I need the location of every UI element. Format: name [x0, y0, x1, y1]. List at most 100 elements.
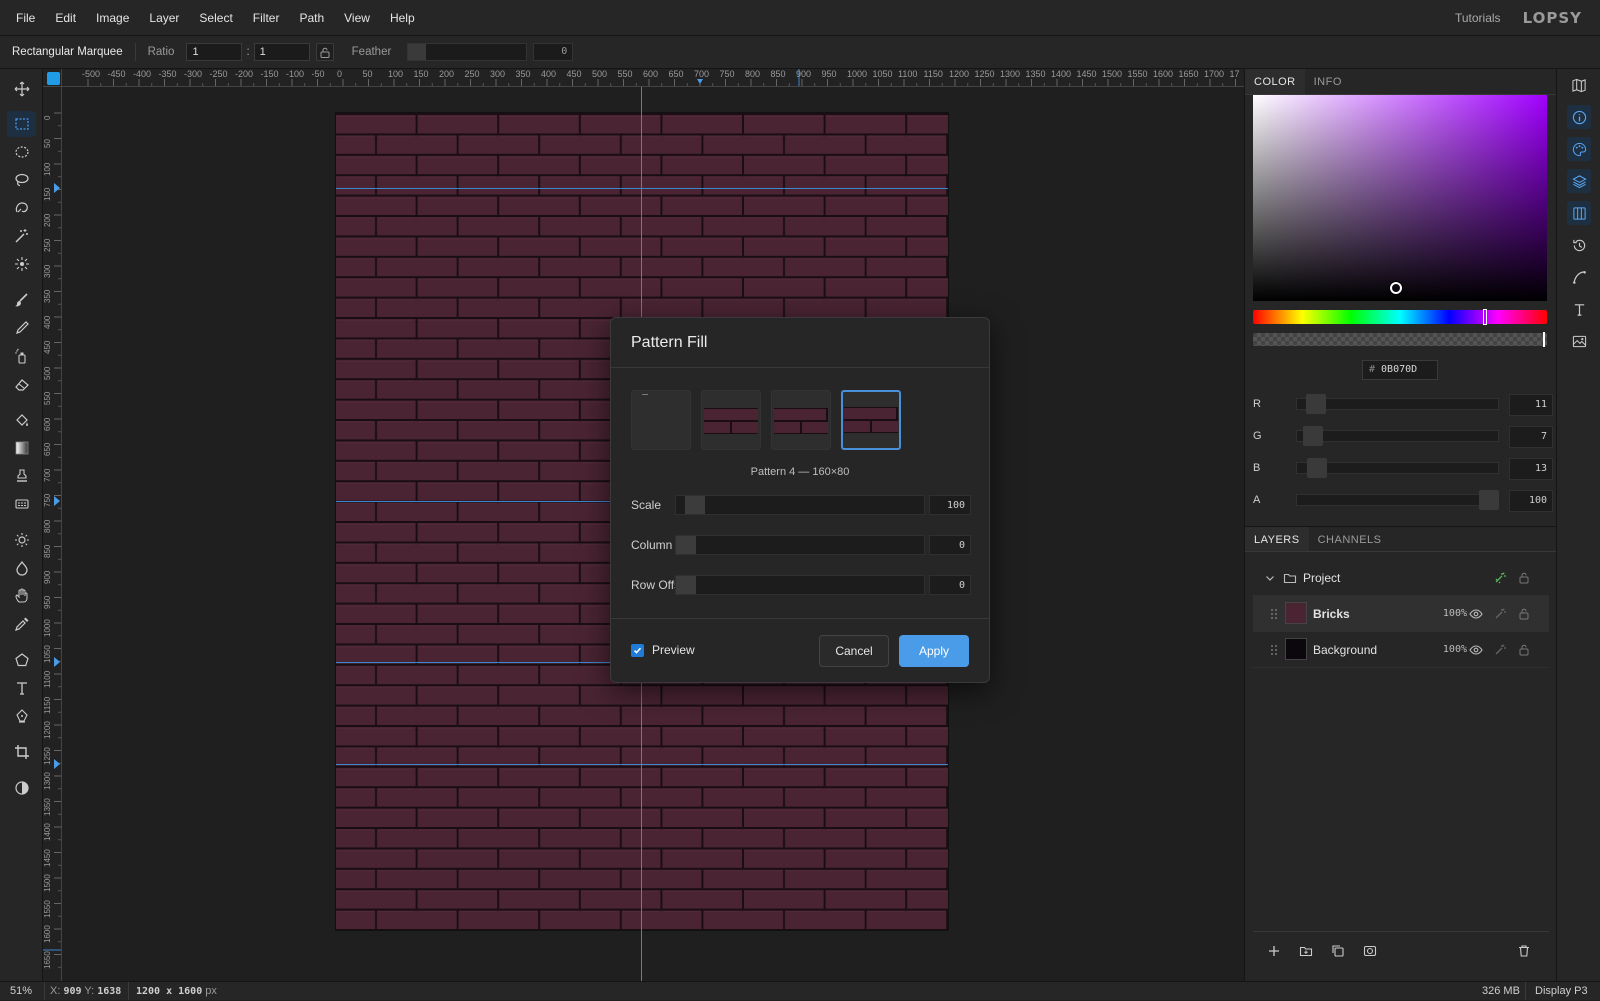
- red-value-input[interactable]: 11: [1509, 394, 1553, 416]
- pattern-thumbnail-1[interactable]: [631, 390, 691, 450]
- hex-input[interactable]: #0B070D: [1362, 360, 1438, 380]
- scale-value-input[interactable]: 100: [929, 495, 971, 515]
- magnetic-lasso-tool[interactable]: [7, 195, 36, 221]
- burn-tool[interactable]: [7, 555, 36, 581]
- channels-panel-button[interactable]: [1567, 201, 1591, 225]
- pattern-thumbnail-2[interactable]: [701, 390, 761, 450]
- layer-name[interactable]: Bricks: [1313, 607, 1350, 621]
- layer-row-background[interactable]: Background 100%: [1253, 632, 1549, 668]
- dodge-tool[interactable]: [7, 527, 36, 553]
- row-offset-value-input[interactable]: 0: [929, 575, 971, 595]
- lock-icon[interactable]: [1517, 643, 1531, 657]
- pattern-thumbnail-4[interactable]: [841, 390, 901, 450]
- column-offset-value-input[interactable]: 0: [929, 535, 971, 555]
- menu-path[interactable]: Path: [289, 11, 334, 25]
- tab-color[interactable]: COLOR: [1245, 69, 1305, 94]
- saturation-value-picker[interactable]: [1253, 95, 1547, 301]
- alpha-channel-slider-knob[interactable]: [1479, 490, 1499, 510]
- palette-panel-button[interactable]: [1567, 137, 1591, 161]
- hue-slider-knob[interactable]: [1483, 309, 1487, 325]
- effects-icon[interactable]: [1493, 607, 1507, 621]
- gradient-tool[interactable]: [7, 435, 36, 461]
- menu-file[interactable]: File: [0, 11, 45, 25]
- green-value-input[interactable]: 7: [1509, 426, 1553, 448]
- magic-wand-tool[interactable]: [7, 223, 36, 249]
- lock-icon[interactable]: [1517, 607, 1531, 621]
- text-tool[interactable]: [7, 675, 36, 701]
- trash-icon[interactable]: [1517, 944, 1531, 958]
- duplicate-layer-icon[interactable]: [1331, 944, 1345, 958]
- blue-slider[interactable]: [1296, 458, 1499, 478]
- eyedropper-tool[interactable]: [7, 611, 36, 637]
- menu-layer[interactable]: Layer: [139, 11, 189, 25]
- tutorials-link[interactable]: Tutorials: [1455, 11, 1501, 25]
- layer-mask-icon[interactable]: [1363, 944, 1377, 958]
- layer-name[interactable]: Background: [1313, 643, 1377, 657]
- curve-panel-button[interactable]: [1567, 265, 1591, 289]
- layer-group-row[interactable]: Project: [1253, 560, 1549, 596]
- menu-edit[interactable]: Edit: [45, 11, 86, 25]
- menu-image[interactable]: Image: [86, 11, 139, 25]
- shape-tool[interactable]: [7, 647, 36, 673]
- paint-bucket-tool[interactable]: [7, 407, 36, 433]
- new-group-icon[interactable]: [1299, 944, 1313, 958]
- tab-layers[interactable]: LAYERS: [1245, 527, 1309, 551]
- tab-channels[interactable]: CHANNELS: [1309, 527, 1391, 551]
- ratio-lock-button[interactable]: [315, 43, 334, 61]
- column-offset-slider[interactable]: [675, 535, 925, 555]
- layers-panel-button[interactable]: [1567, 169, 1591, 193]
- map-panel-button[interactable]: [1567, 73, 1591, 97]
- ruler-corner-marker[interactable]: [47, 72, 60, 85]
- feather-value-input[interactable]: 0: [533, 43, 574, 61]
- ratio-width-input[interactable]: [186, 43, 243, 61]
- chevron-down-icon[interactable]: [1263, 571, 1277, 585]
- crop-tool[interactable]: [7, 739, 36, 765]
- lock-icon[interactable]: [1517, 571, 1531, 585]
- menu-select[interactable]: Select: [189, 11, 242, 25]
- lasso-tool[interactable]: [7, 167, 36, 193]
- tab-info[interactable]: INFO: [1305, 69, 1351, 94]
- color-mode-toggle[interactable]: [7, 775, 36, 801]
- hand-tool[interactable]: [7, 583, 36, 609]
- hue-slider[interactable]: [1253, 309, 1547, 325]
- image-adjust-panel-button[interactable]: [1567, 329, 1591, 353]
- effects-icon[interactable]: [1493, 571, 1507, 585]
- feather-slider[interactable]: [407, 43, 528, 61]
- row-offset-slider-knob[interactable]: [676, 576, 696, 594]
- blue-value-input[interactable]: 13: [1509, 458, 1553, 480]
- ellipse-marquee-tool[interactable]: [7, 139, 36, 165]
- ruler-vertical[interactable]: 0 50 100 150 200 250 300 350 400 450 500 550 600 650 7…: [43, 87, 62, 981]
- pattern-thumbnail-3[interactable]: [771, 390, 831, 450]
- menu-help[interactable]: Help: [380, 11, 425, 25]
- cancel-button[interactable]: Cancel: [819, 635, 889, 667]
- alpha-channel-slider[interactable]: [1296, 490, 1499, 510]
- preview-label[interactable]: Preview: [652, 643, 695, 657]
- drag-handle-icon[interactable]: [1267, 607, 1281, 621]
- eye-icon[interactable]: [1469, 607, 1483, 621]
- alpha-value-input[interactable]: 100: [1509, 490, 1553, 512]
- ruler-origin[interactable]: [43, 69, 62, 87]
- text-panel-button[interactable]: [1567, 297, 1591, 321]
- zoom-level[interactable]: 51%: [10, 982, 32, 1000]
- alpha-slider[interactable]: [1253, 332, 1547, 347]
- menu-filter[interactable]: Filter: [243, 11, 290, 25]
- red-slider[interactable]: [1296, 394, 1499, 414]
- blue-slider-knob[interactable]: [1307, 458, 1327, 478]
- spray-tool[interactable]: [7, 343, 36, 369]
- info-panel-button[interactable]: [1567, 105, 1591, 129]
- apply-button[interactable]: Apply: [899, 635, 969, 667]
- preview-checkbox[interactable]: [631, 644, 644, 657]
- scale-slider-knob[interactable]: [685, 496, 706, 514]
- move-tool[interactable]: [7, 76, 36, 102]
- quick-select-tool[interactable]: [7, 251, 36, 277]
- drag-handle-icon[interactable]: [1267, 643, 1281, 657]
- scale-slider[interactable]: [675, 495, 925, 515]
- guide-horizontal[interactable]: [336, 764, 948, 765]
- eraser-tool[interactable]: [7, 371, 36, 397]
- layer-row-bricks[interactable]: Bricks 100%: [1253, 596, 1549, 632]
- row-offset-slider[interactable]: [675, 575, 925, 595]
- green-slider[interactable]: [1296, 426, 1499, 446]
- add-layer-icon[interactable]: [1267, 944, 1281, 958]
- pencil-tool[interactable]: [7, 315, 36, 341]
- history-panel-button[interactable]: [1567, 233, 1591, 257]
